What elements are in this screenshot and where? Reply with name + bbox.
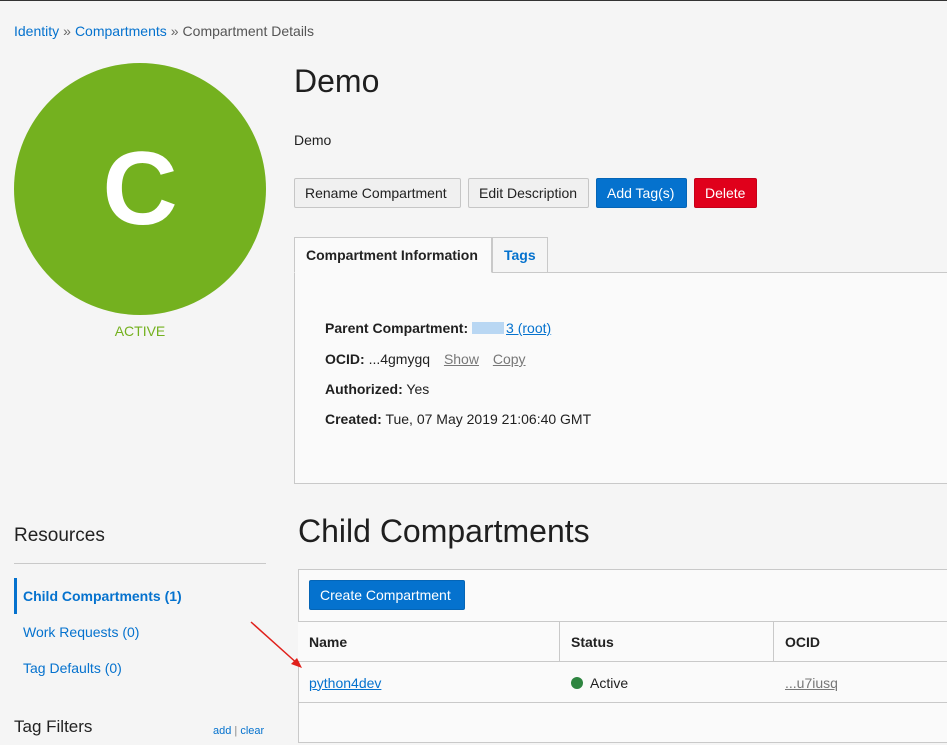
page-title: Demo bbox=[294, 63, 380, 99]
child-compartments-heading: Child Compartments bbox=[298, 513, 590, 549]
authorized-row: Authorized: Yes bbox=[325, 381, 429, 397]
status-label: ACTIVE bbox=[114, 323, 166, 339]
add-tags-button[interactable]: Add Tag(s) bbox=[596, 178, 687, 208]
resources-divider bbox=[14, 563, 266, 564]
status-text: Active bbox=[590, 674, 629, 691]
annotation-arrow-icon bbox=[250, 621, 302, 668]
status-cell: Active bbox=[571, 663, 628, 702]
column-header-status[interactable]: Status bbox=[559, 621, 773, 662]
resource-work-requests[interactable]: Work Requests (0) bbox=[14, 614, 266, 650]
tag-filter-actions: add | clear bbox=[213, 725, 264, 737]
breadcrumb: Identity» Compartments» Compartment Detail… bbox=[14, 23, 314, 39]
created-value: Tue, 07 May 2019 21:06:40 GMT bbox=[385, 411, 592, 427]
breadcrumb-separator: » bbox=[63, 23, 71, 39]
edit-description-button[interactable]: Edit Description bbox=[468, 178, 589, 208]
create-compartment-button[interactable]: Create Compartment bbox=[309, 580, 465, 610]
child-compartment-name-link[interactable]: python4dev bbox=[309, 675, 381, 691]
child-ocid-link[interactable]: ...u7iusq bbox=[785, 675, 838, 691]
resource-child-compartments[interactable]: Child Compartments (1) bbox=[14, 578, 266, 614]
column-header-name[interactable]: Name bbox=[298, 621, 559, 662]
ocid-value: ...4gmygq bbox=[368, 351, 431, 367]
status-active-dot-icon bbox=[571, 676, 583, 689]
delete-button[interactable]: Delete bbox=[694, 178, 757, 208]
ocid-copy-link[interactable]: Copy bbox=[493, 351, 526, 367]
redacted-name bbox=[472, 322, 505, 334]
parent-compartment-label: Parent Compartment: bbox=[325, 320, 469, 336]
breadcrumb-identity-link[interactable]: Identity bbox=[14, 23, 59, 39]
parent-compartment-row: Parent Compartment: 3 (root) bbox=[325, 320, 551, 336]
compartment-description: Demo bbox=[294, 132, 332, 148]
tag-filter-clear-link[interactable]: clear bbox=[240, 725, 264, 737]
column-header-ocid[interactable]: OCID bbox=[773, 621, 947, 662]
tab-tags[interactable]: Tags bbox=[492, 237, 548, 273]
ocid-label: OCID: bbox=[325, 351, 365, 367]
authorized-label: Authorized: bbox=[325, 381, 403, 397]
tag-filters-heading: Tag Filters bbox=[14, 717, 93, 736]
rename-compartment-button[interactable]: Rename Compartment bbox=[294, 178, 461, 208]
compartment-avatar: C bbox=[14, 63, 266, 315]
authorized-value: Yes bbox=[406, 381, 430, 397]
row-divider bbox=[298, 702, 947, 703]
ocid-show-link[interactable]: Show bbox=[444, 351, 479, 367]
tag-filter-add-link[interactable]: add bbox=[213, 725, 231, 737]
parent-compartment-value: 3 (root) bbox=[506, 320, 552, 336]
table-row: python4dev bbox=[309, 663, 381, 702]
parent-compartment-link[interactable]: 3 (root) bbox=[472, 320, 551, 336]
resources-heading: Resources bbox=[14, 525, 105, 546]
resource-tag-defaults[interactable]: Tag Defaults (0) bbox=[14, 650, 266, 686]
breadcrumb-compartments-link[interactable]: Compartments bbox=[75, 23, 167, 39]
created-label: Created: bbox=[325, 411, 382, 427]
breadcrumb-separator: » bbox=[170, 23, 179, 39]
avatar-letter: C bbox=[102, 131, 178, 247]
created-row: Created: Tue, 07 May 2019 21:06:40 GMT bbox=[325, 411, 591, 427]
ocid-row: OCID: ...4gmygq Show Copy bbox=[325, 351, 526, 367]
ocid-cell: ...u7iusq bbox=[785, 663, 838, 702]
breadcrumb-current: Compartment Details bbox=[182, 23, 315, 39]
tab-compartment-information[interactable]: Compartment Information bbox=[294, 237, 492, 273]
compartment-info-panel bbox=[294, 272, 947, 484]
tag-filter-separator: | bbox=[234, 725, 238, 737]
